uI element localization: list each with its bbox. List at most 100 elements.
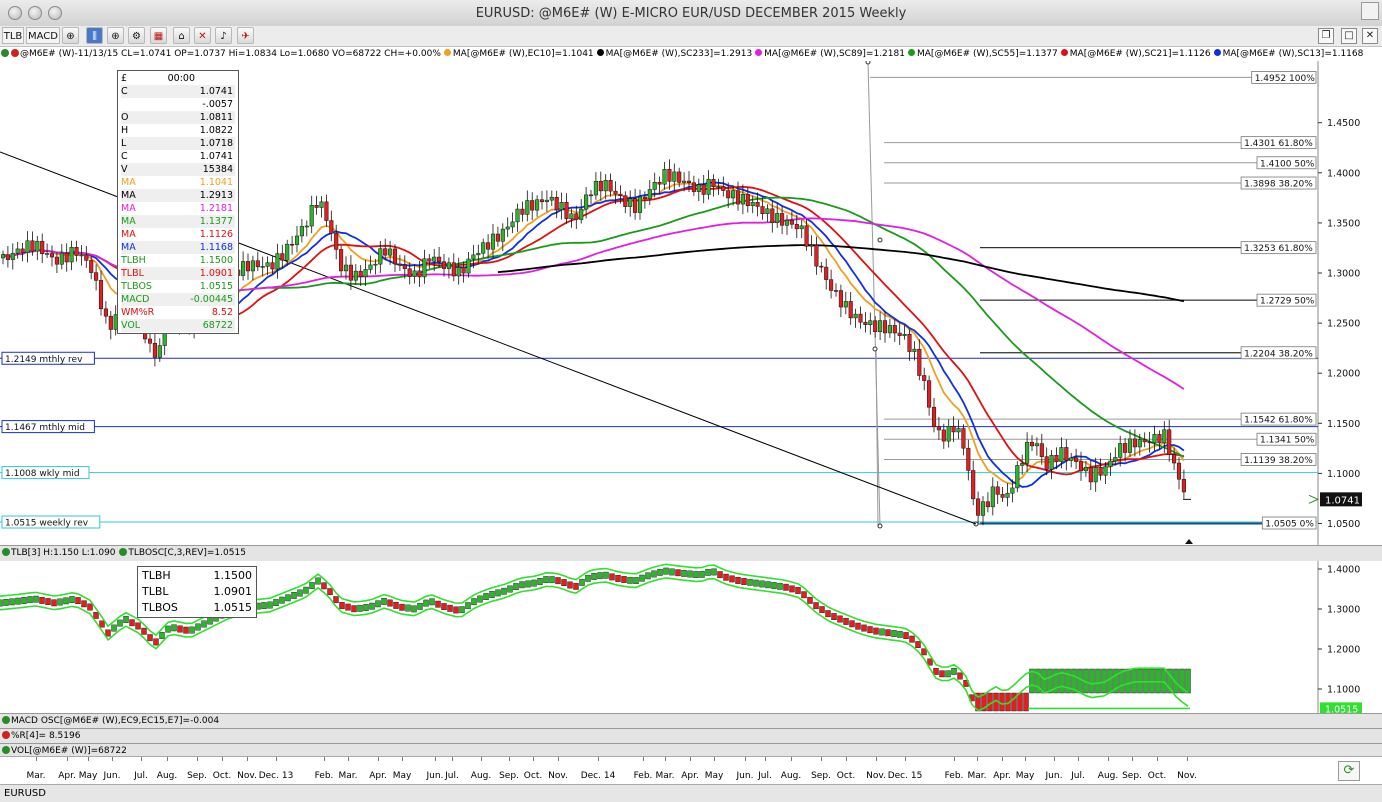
fibonacci-label: 1.0505 0% <box>1265 519 1314 529</box>
data-window[interactable]: £ 00:00 C 1.0741 -.0057 O 1.0811 H 1.0822 L 1.07… <box>117 70 239 334</box>
candle-body <box>819 265 824 268</box>
candle-body <box>392 248 398 265</box>
maximize-pane-button[interactable]: □ <box>1341 28 1357 44</box>
macd-button[interactable]: MACD <box>26 27 60 44</box>
tlb-bar <box>945 670 951 678</box>
time-axis-label: Jun. <box>1045 771 1063 781</box>
ma-legend-item[interactable]: MA[@M6E# (W),SC21]=1.1126 <box>1060 49 1211 59</box>
time-axis-label: Aug. <box>780 771 802 781</box>
candle-body <box>677 171 682 183</box>
data-window-label: MA <box>121 242 136 253</box>
restore-pane-button[interactable]: ❐ <box>1318 28 1334 44</box>
close-pane-button[interactable]: ✕ <box>1362 28 1378 44</box>
tlb-bar <box>927 658 933 666</box>
candle-body <box>1108 460 1113 467</box>
fibonacci-anchor-point[interactable] <box>877 523 883 529</box>
remove-dot-icon[interactable] <box>11 49 19 57</box>
candle-body <box>838 290 843 308</box>
tlb-bar <box>93 612 99 619</box>
target-icon[interactable]: ⊕ <box>62 27 79 44</box>
tlb-bar <box>801 591 807 599</box>
candle-body <box>108 315 113 330</box>
candle-body <box>98 280 104 310</box>
candle-body <box>319 201 324 208</box>
candle-body <box>353 270 358 281</box>
data-window-label: MA <box>121 203 136 214</box>
status-symbol: EURUSD <box>4 788 46 799</box>
candle-body <box>784 219 790 226</box>
tlb-button[interactable]: TLB <box>2 27 24 44</box>
ma-legend-item[interactable]: MA[@M6E# (W),SC13]=1.1168 <box>1213 49 1363 59</box>
tag-icon[interactable]: ⌂ <box>173 27 190 44</box>
refresh-icon[interactable]: ⟳ <box>1338 761 1360 781</box>
data-window-row: L 1.0718 <box>121 137 235 150</box>
tlb-bar <box>597 572 603 580</box>
stop-icon[interactable]: ✕ <box>194 27 211 44</box>
candle-body <box>535 199 540 211</box>
time-axis-label: May <box>704 771 724 781</box>
tlb-bar <box>705 568 711 576</box>
candle-body <box>294 235 300 245</box>
ma-legend-item[interactable]: MA[@M6E# (W),EC10]=1.1041 <box>443 49 594 59</box>
tlb-axis-label: 1.3000 <box>1327 605 1360 616</box>
candle-body <box>701 184 706 195</box>
fibonacci-anchor-point[interactable] <box>877 237 883 243</box>
data-window-value: 1.0741 <box>199 151 233 162</box>
gear-icon[interactable]: ⚙ <box>128 27 145 44</box>
chart-analysis-icon[interactable]: ▦ <box>150 27 167 44</box>
tlb-axis-label: 1.1000 <box>1327 685 1360 696</box>
fibonacci-anchor-point[interactable] <box>865 61 871 65</box>
time-axis-tick <box>167 757 168 761</box>
data-window-row: MACD -0.00445 <box>121 293 235 306</box>
tlb-bar <box>555 577 561 585</box>
ma-legend-item[interactable]: MA[@M6E# (W),SC55]=1.1377 <box>907 49 1058 59</box>
candle-body <box>579 208 584 220</box>
candle-body <box>402 264 407 270</box>
candle-body <box>623 195 628 207</box>
ma-color-icon <box>1213 49 1221 56</box>
time-axis-label: Dec. 15 <box>887 771 923 781</box>
time-axis-tick <box>88 757 89 761</box>
status-dot-icon <box>2 731 10 739</box>
ma-color-icon <box>1060 49 1068 56</box>
tlb-bar <box>753 579 759 587</box>
candle-body <box>451 262 456 277</box>
candle-body <box>64 252 69 263</box>
macd-header[interactable]: MACD OSC[@M6E# (W),EC9,EC15,E7]=-0.004 <box>0 713 1382 728</box>
candle-body <box>260 266 265 268</box>
tlb-bar <box>195 623 201 631</box>
tlb-bar <box>417 602 423 610</box>
tlb-window-label: TLBL <box>142 585 169 598</box>
alert-icon[interactable]: ♪ <box>215 27 232 44</box>
candle-body <box>745 194 750 206</box>
window-resize-control[interactable] <box>1361 2 1379 20</box>
time-axis-label: Aug. <box>156 771 178 781</box>
fibonacci-anchor-point[interactable] <box>872 346 878 352</box>
tlb-bar <box>135 622 141 630</box>
tlb-bar <box>675 569 681 577</box>
candle-body <box>412 270 417 277</box>
tlb-bar <box>999 692 1005 712</box>
candle-body <box>1078 461 1084 472</box>
candle-body <box>1162 429 1167 444</box>
time-axis[interactable]: Mar. Apr. May Jun. Jul. Aug. Sep. Oct. Nov. Dec. … <box>0 756 1382 785</box>
candle-body <box>79 254 84 257</box>
candle-body <box>559 202 564 211</box>
data-window-label: O <box>121 112 129 123</box>
tlb-bar <box>951 667 957 675</box>
candle-body <box>995 486 1000 495</box>
tlb-bar <box>387 599 393 607</box>
tlb-data-window: TLBH 1.1500 TLBL 1.0901 TLBOS 1.0515 <box>137 566 257 618</box>
trade-icon[interactable]: ✈ <box>237 27 254 44</box>
ma-legend-item[interactable]: MA[@M6E# (W),SC233]=1.2913 <box>596 49 752 59</box>
tlb-bar <box>561 579 567 586</box>
wmr-header[interactable]: %R[4]= 8.5196 <box>0 728 1382 743</box>
ma-legend-item[interactable]: MA[@M6E# (W),SC89]=1.2181 <box>755 49 905 59</box>
data-window-value: 1.1041 <box>199 177 233 188</box>
candle-body <box>966 447 971 471</box>
bar-chart-icon[interactable]: ⫼ <box>86 27 103 44</box>
tlb-axis-label: 1.4000 <box>1327 565 1360 576</box>
zoom-icon[interactable]: ⊕ <box>107 27 124 44</box>
candle-body <box>588 194 594 197</box>
tlb-bar <box>159 632 165 639</box>
